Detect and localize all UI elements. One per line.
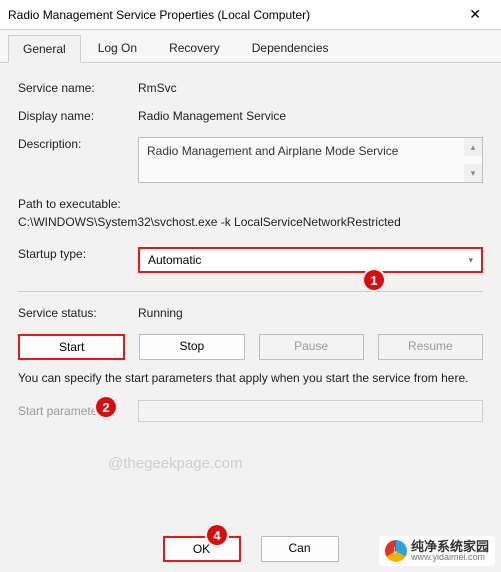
callout-2: 2 bbox=[94, 395, 118, 419]
value-path: C:\WINDOWS\System32\svchost.exe -k Local… bbox=[18, 215, 483, 229]
tab-row: General Log On Recovery Dependencies bbox=[0, 30, 501, 63]
logo-icon: ↓ bbox=[385, 540, 407, 562]
callout-4: 4 bbox=[205, 523, 229, 547]
divider bbox=[18, 291, 483, 292]
start-params-help: You can specify the start parameters tha… bbox=[18, 370, 483, 386]
description-box: Radio Management and Airplane Mode Servi… bbox=[138, 137, 483, 183]
window-title: Radio Management Service Properties (Loc… bbox=[8, 8, 310, 22]
startup-type-value: Automatic bbox=[148, 253, 201, 267]
value-service-status: Running bbox=[138, 306, 183, 320]
watermark-url: www.yidaimei.com bbox=[411, 553, 489, 562]
watermark-center: @thegeekpage.com bbox=[108, 455, 242, 472]
value-description: Radio Management and Airplane Mode Servi… bbox=[147, 144, 398, 158]
scroll-down-icon[interactable]: ▾ bbox=[464, 164, 482, 182]
tab-logon[interactable]: Log On bbox=[83, 34, 152, 62]
titlebar: Radio Management Service Properties (Loc… bbox=[0, 0, 501, 30]
callout-1: 1 bbox=[362, 268, 386, 292]
scroll-up-icon[interactable]: ▴ bbox=[464, 138, 482, 156]
tab-recovery[interactable]: Recovery bbox=[154, 34, 235, 62]
start-parameters-input bbox=[138, 400, 483, 422]
value-display-name: Radio Management Service bbox=[138, 109, 286, 123]
label-start-parameters: Start parameters: bbox=[18, 404, 138, 418]
tab-general[interactable]: General bbox=[8, 35, 81, 63]
chevron-down-icon: ▾ bbox=[468, 255, 473, 266]
label-display-name: Display name: bbox=[18, 109, 138, 123]
tab-dependencies[interactable]: Dependencies bbox=[237, 34, 344, 62]
resume-button: Resume bbox=[378, 334, 483, 360]
label-path: Path to executable: bbox=[18, 197, 483, 211]
cancel-button[interactable]: Can bbox=[261, 536, 339, 562]
label-description: Description: bbox=[18, 137, 138, 151]
ok-button[interactable]: OK bbox=[163, 536, 241, 562]
label-startup-type: Startup type: bbox=[18, 247, 138, 261]
tab-content-general: Service name: RmSvc Display name: Radio … bbox=[0, 63, 501, 442]
close-icon[interactable]: ✕ bbox=[461, 6, 489, 23]
value-service-name: RmSvc bbox=[138, 81, 177, 95]
stop-button[interactable]: Stop bbox=[139, 334, 244, 360]
startup-type-dropdown[interactable]: Automatic ▾ bbox=[138, 247, 483, 273]
label-service-name: Service name: bbox=[18, 81, 138, 95]
watermark-logo: ↓ 纯净系统家园 www.yidaimei.com bbox=[379, 536, 495, 566]
pause-button: Pause bbox=[259, 334, 364, 360]
label-service-status: Service status: bbox=[18, 306, 138, 320]
start-button[interactable]: Start bbox=[18, 334, 125, 360]
